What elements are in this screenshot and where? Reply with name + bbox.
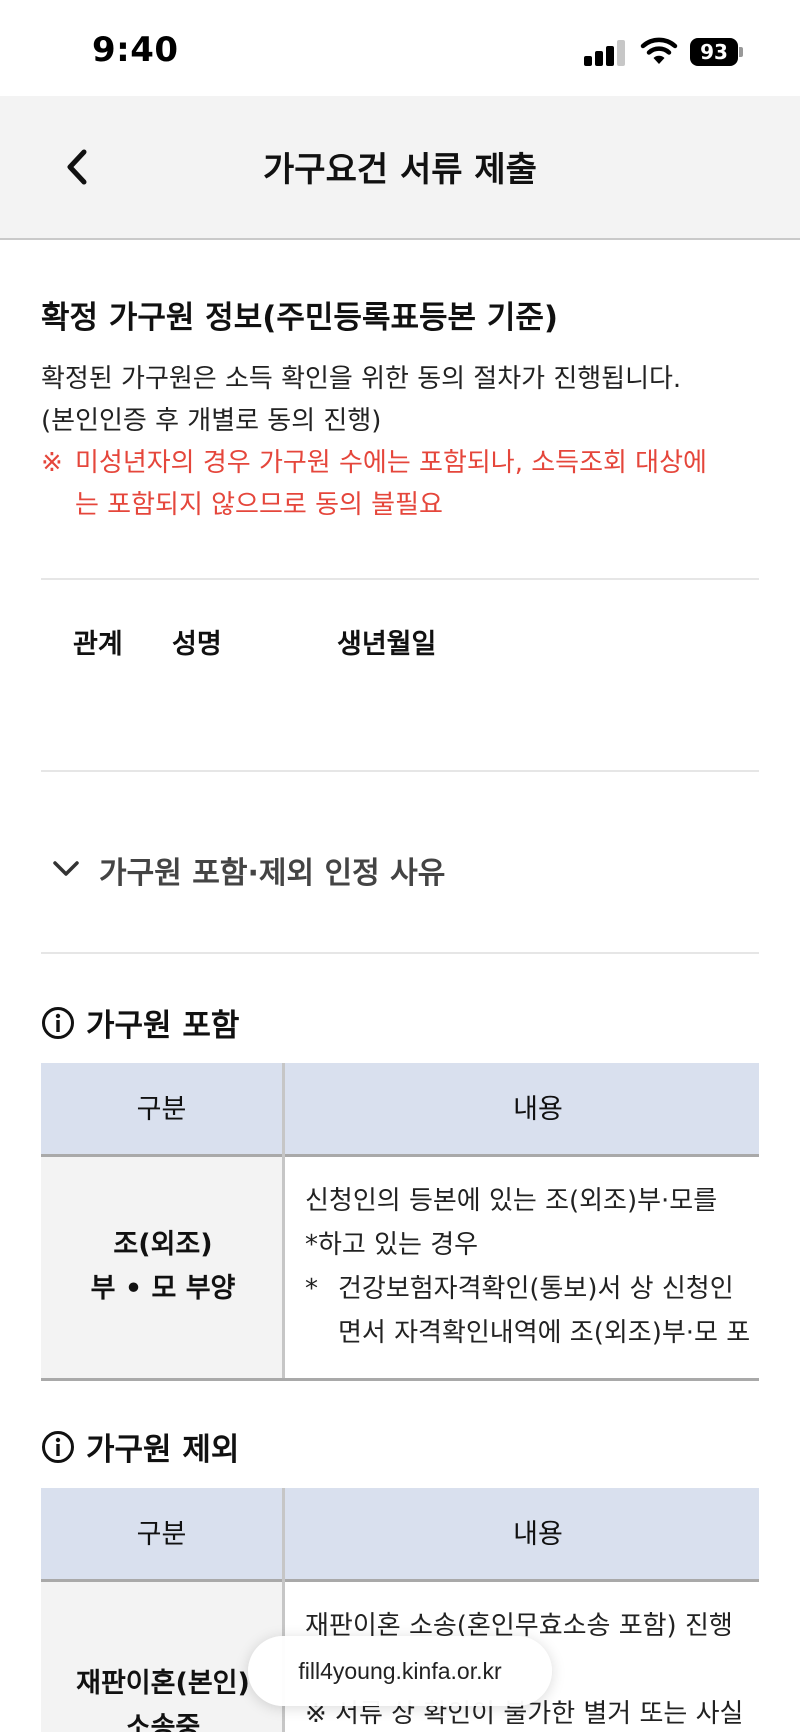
category-line-1: 조(외조) — [113, 1229, 213, 1260]
header-content: 내용 — [513, 1094, 563, 1125]
table-header-row: 구분 내용 — [41, 1488, 759, 1582]
battery-level: 93 — [690, 38, 738, 66]
exclusion-title-label: 가구원 제외 — [86, 1432, 240, 1468]
inclusion-table: 구분 내용 조(외조) 부 • 모 부양 신청인의 등본에 있는 조(외조)부·… — [41, 1063, 759, 1383]
content-line-3-mark: * — [305, 1274, 318, 1304]
status-time: 9:40 — [92, 30, 179, 70]
page-title: 가구요건 서류 제출 — [263, 150, 537, 190]
browser-url-bar[interactable]: fill4young.kinfa.or.kr — [248, 1636, 552, 1706]
content-line-4: 면서 자격확인내역에 조(외조)부·모 포 — [338, 1318, 751, 1348]
content-line-2: *하고 있는 경우 — [305, 1230, 479, 1260]
minor-notice: ※ 미성년자의 경우 가구원 수에는 포함되나, 소득조회 대상에 는 포함되지… — [41, 442, 761, 526]
category-line-2: 소송중 — [125, 1712, 201, 1732]
chevron-down-icon — [53, 861, 79, 876]
notice-mark: ※ — [41, 448, 63, 478]
divider — [41, 952, 759, 954]
status-bar: 9:40 93 — [0, 0, 800, 96]
wifi-icon — [640, 36, 678, 66]
battery-icon: 93 — [690, 38, 743, 68]
household-info-description: 확정된 가구원은 소득 확인을 위한 동의 절차가 진행됩니다. (본인인증 후… — [41, 358, 681, 442]
content-line-3: 건강보험자격확인(통보)서 상 신청인 — [338, 1274, 734, 1304]
accordion-label: 가구원 포함·제외 인정 사유 — [99, 856, 446, 891]
info-icon — [42, 1431, 74, 1463]
header-content: 내용 — [513, 1519, 563, 1550]
row-category: 조(외조) 부 • 모 부양 — [41, 1157, 285, 1378]
member-table-header: 관계 성명 생년월일 — [41, 612, 759, 672]
divider — [41, 578, 759, 580]
column-relation: 관계 — [73, 629, 123, 660]
divider — [41, 770, 759, 772]
description-line-1: 확정된 가구원은 소득 확인을 위한 동의 절차가 진행됩니다. — [41, 364, 682, 394]
household-info-title: 확정 가구원 정보(주민등록표등본 기준) — [41, 300, 559, 336]
column-birthdate: 생년월일 — [337, 629, 437, 660]
row-category: 재판이혼(본인) 소송중 — [41, 1582, 285, 1732]
category-line-2: 부 • 모 부양 — [90, 1273, 236, 1304]
notice-line-1: 미성년자의 경우 가구원 수에는 포함되나, 소득조회 대상에 — [75, 448, 707, 478]
column-name: 성명 — [172, 629, 222, 660]
content-line-1: 신청인의 등본에 있는 조(외조)부·모를 — [305, 1186, 718, 1216]
header-category: 구분 — [41, 1488, 285, 1582]
inclusion-title-label: 가구원 포함 — [86, 1008, 240, 1044]
inclusion-exclusion-accordion[interactable]: 가구원 포함·제외 인정 사유 — [41, 840, 759, 910]
cellular-signal-icon — [584, 40, 626, 66]
header-category: 구분 — [41, 1063, 285, 1157]
app-header: 가구요건 서류 제출 — [0, 96, 800, 240]
info-icon — [42, 1007, 74, 1039]
description-line-2: (본인인증 후 개별로 동의 진행) — [41, 406, 382, 436]
notice-line-2: 는 포함되지 않으므로 동의 불필요 — [75, 490, 443, 520]
table-row: 조(외조) 부 • 모 부양 신청인의 등본에 있는 조(외조)부·모를 *하고… — [41, 1157, 759, 1381]
table-header-row: 구분 내용 — [41, 1063, 759, 1157]
